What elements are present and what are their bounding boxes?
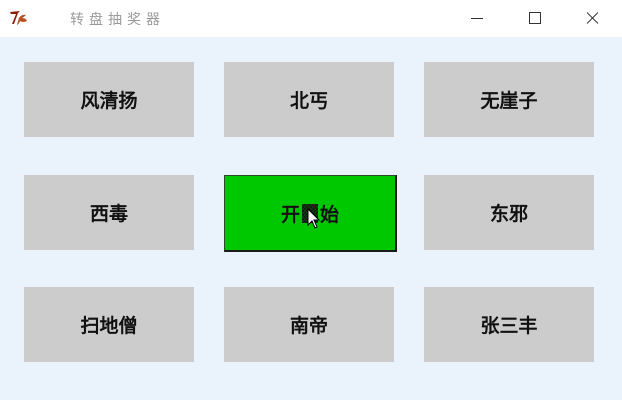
prize-cell[interactable]: 张三丰 (424, 287, 594, 362)
prize-cell[interactable]: 风清扬 (24, 62, 194, 137)
prize-label: 东邪 (489, 203, 528, 225)
minimize-icon (471, 18, 483, 19)
prize-label: 西毒 (89, 203, 128, 225)
start-label-left: 开 (280, 203, 300, 226)
prize-cell[interactable]: 东邪 (424, 175, 594, 250)
prize-label: 张三丰 (480, 315, 538, 337)
prize-cell[interactable]: 扫地僧 (24, 287, 194, 362)
title-bar[interactable]: 转盘抽奖器 (0, 0, 622, 37)
tk-feather-icon (10, 11, 27, 25)
prize-label: 无崖子 (480, 90, 538, 112)
prize-label: 扫地僧 (80, 315, 138, 337)
close-icon (586, 12, 599, 24)
prize-label: 北丐 (289, 90, 328, 112)
prize-cell[interactable]: 西毒 (24, 175, 194, 250)
prize-label: 风清扬 (80, 90, 138, 112)
prize-cell[interactable]: 南帝 (224, 287, 394, 362)
prize-cell[interactable]: 北丐 (224, 62, 394, 137)
minimize-button[interactable] (454, 0, 500, 37)
close-button[interactable] (570, 0, 616, 37)
mouse-pointer-icon (307, 208, 321, 229)
start-label-right: 始 (320, 203, 340, 226)
app-window: 转盘抽奖器 风清扬 北丐 无崖子 西毒 开 始 东邪 扫地僧 南帝 张三丰 (0, 0, 622, 400)
prize-cell[interactable]: 无崖子 (424, 62, 594, 137)
window-title: 转盘抽奖器 (70, 12, 165, 28)
prize-label: 南帝 (289, 315, 328, 337)
maximize-icon (529, 12, 541, 24)
maximize-button[interactable] (512, 0, 558, 37)
